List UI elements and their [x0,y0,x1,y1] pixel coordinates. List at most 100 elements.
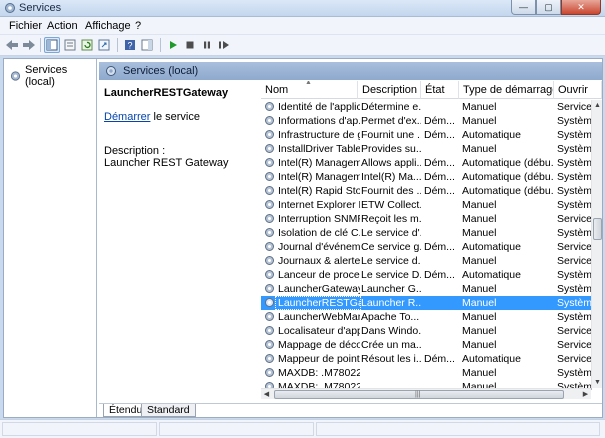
pause-service-button[interactable] [199,37,215,53]
service-gear-icon [265,368,274,377]
table-row[interactable]: Localisateur d'app...Dans Windo... Manuel… [261,324,592,338]
table-row[interactable]: Intel(R) Managem...Intel(R) Ma...Dém... A… [261,170,592,184]
properties-sheet-button[interactable] [62,37,78,53]
table-row[interactable]: Isolation de clé C...Le service d'... Man… [261,226,592,240]
cell-name: Informations d'ap... [278,115,360,127]
maximize-button[interactable]: ▢ [536,0,561,15]
horizontal-scrollbar[interactable]: ◀ ||| ▶ [261,388,591,399]
cell-description: Le service D... [361,269,421,281]
column-header-label: État [425,84,445,96]
table-row[interactable]: InstallDriver Table ...Provides su... Man… [261,142,592,156]
cell-startup-type: Automatique [462,241,521,253]
menu-action[interactable]: Action [47,20,78,32]
play-icon [170,41,177,49]
table-row[interactable]: Mappeur de point... Résout les i... Dém...… [261,352,592,366]
table-row[interactable]: Lanceur de proces...Le service D...Dém..… [261,268,592,282]
scroll-up-arrow-icon[interactable]: ▲ [592,100,602,111]
table-row[interactable]: LauncherWebMan...Apache To...ManuelSystè… [261,310,592,324]
export-icon [98,39,110,51]
menu-bar: Fichier Action Affichage ? [0,17,605,35]
show-action-pane-button[interactable] [139,37,155,53]
selected-service-name: LauncherRESTGateway [104,87,229,99]
cell-startup-type: Manuel [462,339,497,351]
cell-description: Fournit des ... [361,185,421,197]
services-panel: Services (local) LauncherRESTGateway Dém… [99,59,602,417]
cell-name: LauncherRESTGat... [278,297,360,309]
menu-fichier[interactable]: Fichier [9,20,42,32]
status-bar [0,419,605,438]
menu-affichage[interactable]: Affichage [85,20,131,32]
cell-description: Provides su... [361,143,421,155]
tree-item-services-local[interactable]: Services (local) [8,63,96,89]
table-row[interactable]: Mappage de déco...Crée un ma...ManuelSer… [261,338,592,352]
horizontal-scroll-thumb[interactable]: ||| [274,390,564,399]
stop-service-button[interactable] [182,37,198,53]
cell-startup-type: Manuel [462,115,497,127]
vertical-scroll-thumb[interactable] [593,218,602,240]
table-row[interactable]: Intel(R) Rapid Stor...Fournit des ...Dém… [261,184,592,198]
panel-header-title: Services (local) [123,65,199,77]
scroll-down-arrow-icon[interactable]: ▼ [592,377,602,388]
table-row[interactable]: Intel(R) Managem...Allows appli...Dém...… [261,156,592,170]
menu-help[interactable]: ? [135,20,141,32]
column-header-startup-type[interactable]: Type de démarrage [459,81,554,99]
vertical-scrollbar[interactable]: ▲ ▼ [591,100,602,388]
cell-name: Journal d'événem... [278,241,360,253]
help-button[interactable]: ? [122,37,138,53]
restart-service-button[interactable] [216,37,232,53]
mmc-client-area: Services (local) Services (local) Launch… [3,58,603,418]
table-row[interactable]: MAXDB: .M780228 Manuel Systèm [261,366,592,380]
cell-startup-type: Manuel [462,325,497,337]
table-row[interactable]: Infrastructure de g...Fournit une ...Dém… [261,128,592,142]
refresh-button[interactable] [79,37,95,53]
title-bar: Services — ▢ ✕ [0,0,605,17]
scroll-right-arrow-icon[interactable]: ▶ [580,389,591,400]
table-row[interactable]: Journal d'événem...Ce service g...Dém...… [261,240,592,254]
cell-name: Identité de l'applic... [278,101,360,113]
tab-standard[interactable]: Standard [141,404,196,417]
service-gear-icon [265,256,274,265]
column-header-description[interactable]: Description [358,81,421,99]
cell-startup-type: Automatique (débu... [462,171,554,183]
export-list-button[interactable] [96,37,112,53]
column-header-state[interactable]: État [421,81,459,99]
cell-name: MAXDB: .M780228 [278,367,360,379]
service-gear-icon [265,340,274,349]
cell-state: Dém... [424,353,455,365]
column-header-logon[interactable]: Ouvrir [554,81,602,99]
forward-button[interactable] [21,37,37,53]
table-row[interactable]: Informations d'ap... Permet d'ex... Dém...… [261,114,592,128]
services-gear-icon [106,66,116,76]
column-header-name[interactable]: ▲ Nom [261,81,358,99]
sheet-icon [64,39,76,51]
status-pane-2 [159,422,314,436]
service-gear-icon [265,172,274,181]
cell-startup-type: Automatique (débu... [462,185,554,197]
start-service-link[interactable]: Démarrer [104,111,150,123]
cell-state: Dém... [424,269,455,281]
cell-name: Internet Explorer E... [278,199,360,211]
show-hide-console-tree-button[interactable] [44,37,60,53]
close-button[interactable]: ✕ [561,0,601,15]
service-gear-icon [265,270,274,279]
cell-startup-type: Manuel [462,227,497,239]
toolbar: ? [0,35,605,56]
table-row[interactable]: Journaux & alertes...Le service d... Manu… [261,254,592,268]
cell-startup-type: Manuel [462,283,497,295]
table-row[interactable]: Internet Explorer E...ETW Collect... Manu… [261,198,592,212]
status-pane-3 [316,422,600,436]
service-gear-icon [265,326,274,335]
services-gear-icon [5,3,15,13]
back-button[interactable] [4,37,20,53]
table-row[interactable]: LauncherGateway Launcher G... Manuel Systèm [261,282,592,296]
table-row-selected[interactable]: LauncherRESTGat...Launcher R...ManuelSys… [261,296,592,310]
window-title: Services [19,2,62,14]
start-service-line: Démarrer le service [104,111,200,123]
status-pane-1 [2,422,157,436]
cell-startup-type: Manuel [462,213,497,225]
start-service-button[interactable] [165,37,181,53]
scroll-left-arrow-icon[interactable]: ◀ [261,389,272,400]
table-row[interactable]: Interruption SNMP Reçoit les m... Manuel Se… [261,212,592,226]
table-row[interactable]: Identité de l'applic...Détermine e... Man… [261,100,592,114]
minimize-button[interactable]: — [511,0,536,15]
